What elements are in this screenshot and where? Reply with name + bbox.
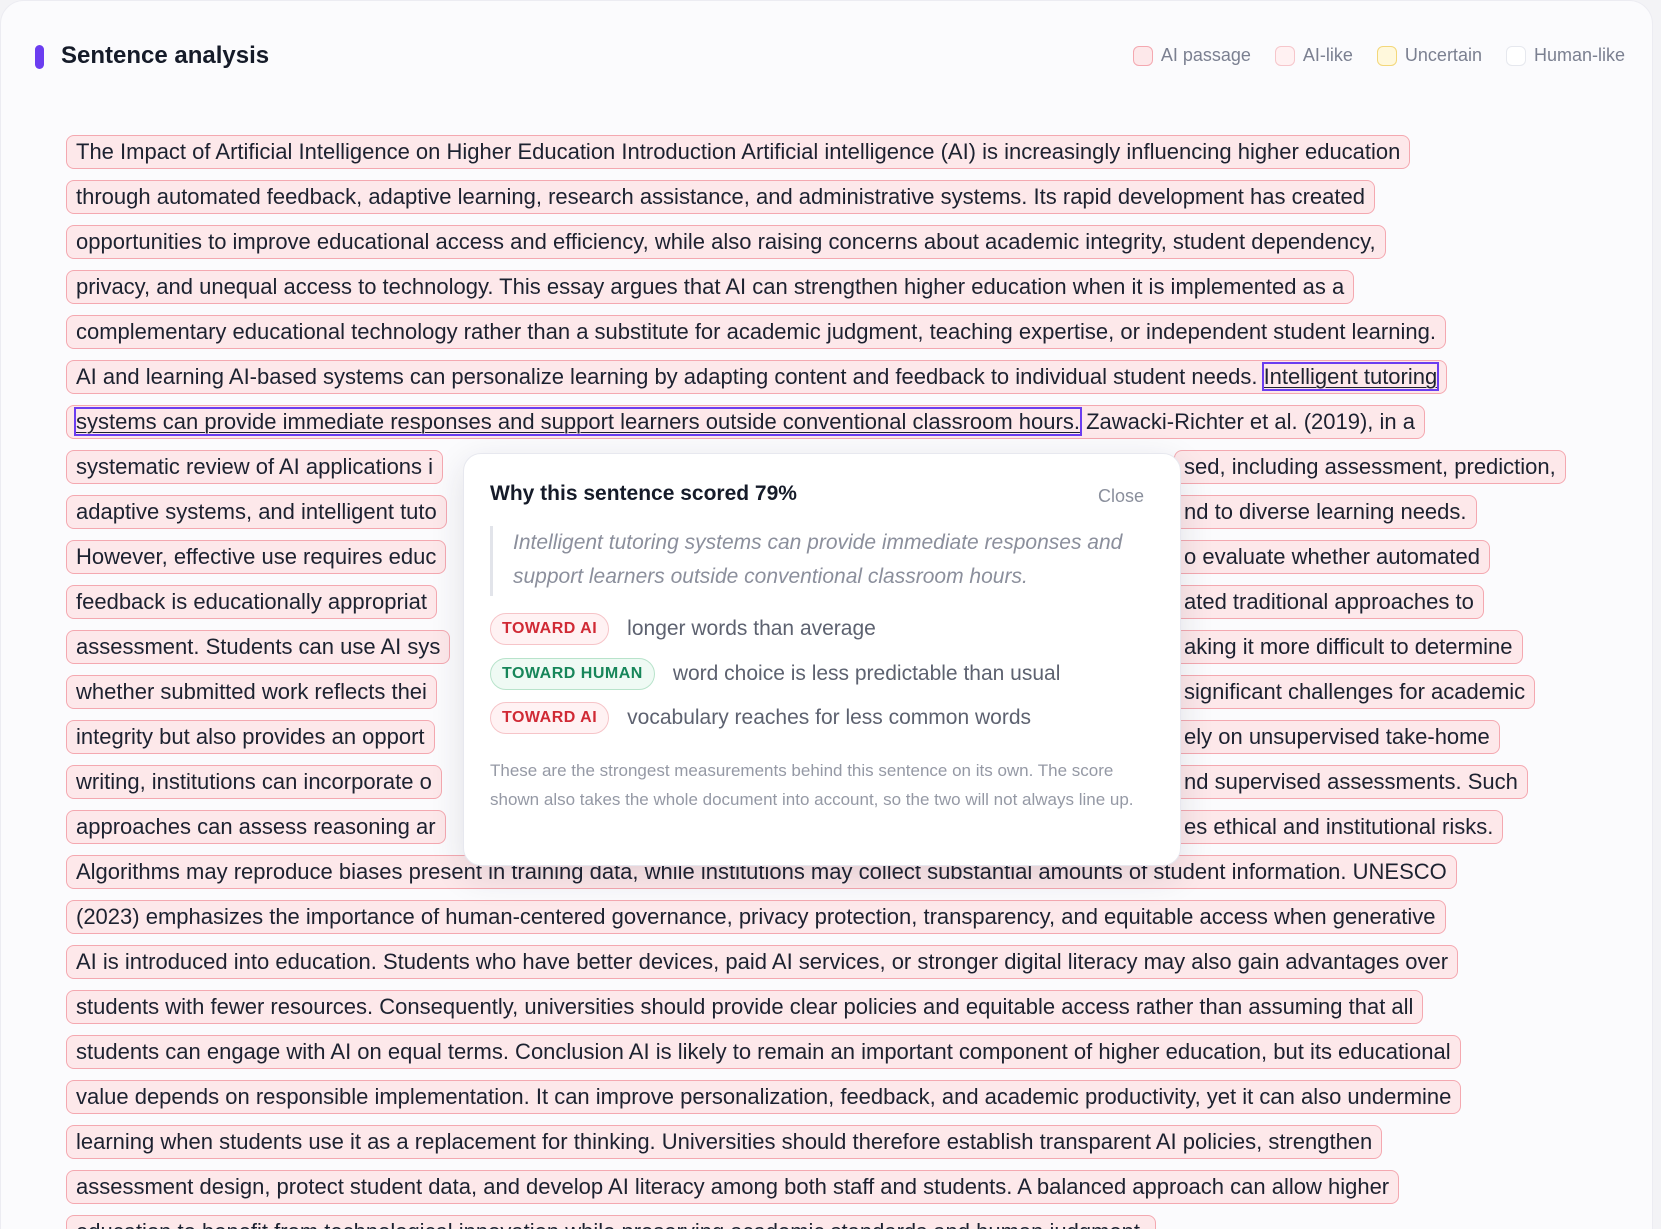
sentence-line[interactable]: ely on unsupervised take-home: [1174, 720, 1500, 754]
selected-sentence[interactable]: systems can provide immediate responses …: [74, 407, 1082, 436]
sentence-line[interactable]: feedback is educationally appropriat: [66, 585, 438, 619]
sentence-line[interactable]: AI is introduced into education. Student…: [66, 945, 1459, 979]
legend-item-human-like: Human-like: [1505, 45, 1625, 66]
legend-swatch-human-like: [1505, 45, 1526, 66]
sentence-line[interactable]: education to benefit from technological …: [66, 1215, 1157, 1229]
reason-item: TOWARD AI longer words than average: [490, 613, 876, 645]
sentence-line[interactable]: through automated feedback, adaptive lea…: [66, 180, 1375, 214]
toward-human-tag: TOWARD HUMAN: [490, 658, 655, 690]
sentence-score-popover: Why this sentence scored 79% Close Intel…: [463, 453, 1181, 866]
section-title: Sentence analysis: [61, 42, 270, 69]
sentence-line[interactable]: The Impact of Artificial Intelligence on…: [66, 135, 1411, 169]
legend-item-ai-passage: AI passage: [1132, 45, 1251, 66]
sentence-line[interactable]: writing, institutions can incorporate o: [66, 765, 442, 799]
legend-label: AI-like: [1302, 45, 1353, 65]
sentence-line[interactable]: nd supervised assessments. Such: [1174, 765, 1528, 799]
legend: AI passage AI-like Uncertain Human-like: [1132, 45, 1625, 66]
sentence-line[interactable]: AI and learning AI-based systems can per…: [66, 360, 1448, 394]
reason-item: TOWARD HUMAN word choice is less predict…: [490, 658, 1060, 690]
sentence-line[interactable]: es ethical and institutional risks.: [1174, 810, 1504, 844]
sentence-line[interactable]: whether submitted work reflects thei: [66, 675, 437, 709]
sentence-analysis-card: Sentence analysis AI passage AI-like Unc…: [0, 0, 1653, 1229]
legend-swatch-ai-passage: [1132, 45, 1153, 66]
sentence-quote: Intelligent tutoring systems can provide…: [490, 526, 1150, 596]
sentence-line[interactable]: approaches can assess reasoning ar: [66, 810, 446, 844]
reason-text: vocabulary reaches for less common words: [627, 706, 1032, 729]
sentence-line[interactable]: However, effective use requires educ: [66, 540, 447, 574]
sentence-line[interactable]: assessment. Students can use AI sys: [66, 630, 451, 664]
sentence-line[interactable]: opportunities to improve educational acc…: [66, 225, 1386, 259]
toward-ai-tag: TOWARD AI: [490, 702, 610, 734]
sentence-line[interactable]: sed, including assessment, prediction,: [1174, 450, 1566, 484]
toward-ai-tag: TOWARD AI: [490, 613, 610, 645]
legend-swatch-uncertain: [1376, 45, 1397, 66]
legend-label: AI passage: [1160, 45, 1251, 65]
sentence-line[interactable]: learning when students use it as a repla…: [66, 1125, 1383, 1159]
legend-swatch-ai-like: [1274, 45, 1295, 66]
sentence-line[interactable]: adaptive systems, and intelligent tuto: [66, 495, 447, 529]
title-accent-bar: [35, 45, 44, 69]
sentence-line[interactable]: significant challenges for academic: [1174, 675, 1536, 709]
sentence-line[interactable]: privacy, and unequal access to technolog…: [66, 270, 1355, 304]
sentence-line[interactable]: value depends on responsible implementat…: [66, 1080, 1462, 1114]
sentence-line[interactable]: students can engage with AI on equal ter…: [66, 1035, 1461, 1069]
sentence-line[interactable]: o evaluate whether automated: [1174, 540, 1490, 574]
popover-note: These are the strongest measurements beh…: [490, 761, 1134, 809]
reason-text: longer words than average: [627, 617, 876, 640]
sentence-line[interactable]: integrity but also provides an opport: [66, 720, 435, 754]
sentence-line[interactable]: aking it more difficult to determine: [1174, 630, 1523, 664]
popover-title: Why this sentence scored 79%: [490, 482, 797, 505]
close-button[interactable]: Close: [1098, 486, 1144, 507]
sentence-line[interactable]: systematic review of AI applications i: [66, 450, 444, 484]
legend-item-uncertain: Uncertain: [1376, 45, 1482, 66]
reason-text: word choice is less predictable than usu…: [672, 662, 1061, 685]
legend-item-ai-like: AI-like: [1274, 45, 1353, 66]
selected-sentence[interactable]: Intelligent tutoring: [1261, 362, 1440, 391]
card-header: Sentence analysis AI passage AI-like Unc…: [35, 37, 1625, 77]
reason-item: TOWARD AI vocabulary reaches for less co…: [490, 702, 1031, 734]
sentence-line[interactable]: complementary educational technology rat…: [66, 315, 1446, 349]
sentence-line[interactable]: (2023) emphasizes the importance of huma…: [66, 900, 1446, 934]
sentence-text[interactable]: AI and learning AI-based systems can per…: [76, 364, 1264, 389]
legend-label: Human-like: [1533, 45, 1625, 65]
sentence-line[interactable]: students with fewer resources. Consequen…: [66, 990, 1424, 1024]
legend-label: Uncertain: [1404, 45, 1482, 65]
sentence-line[interactable]: assessment design, protect student data,…: [66, 1170, 1400, 1204]
sentence-line[interactable]: ated traditional approaches to: [1174, 585, 1484, 619]
sentence-line[interactable]: nd to diverse learning needs.: [1174, 495, 1477, 529]
sentence-line[interactable]: systems can provide immediate responses …: [66, 405, 1425, 439]
sentence-text[interactable]: Zawacki-Richter et al. (2019), in a: [1080, 409, 1415, 434]
